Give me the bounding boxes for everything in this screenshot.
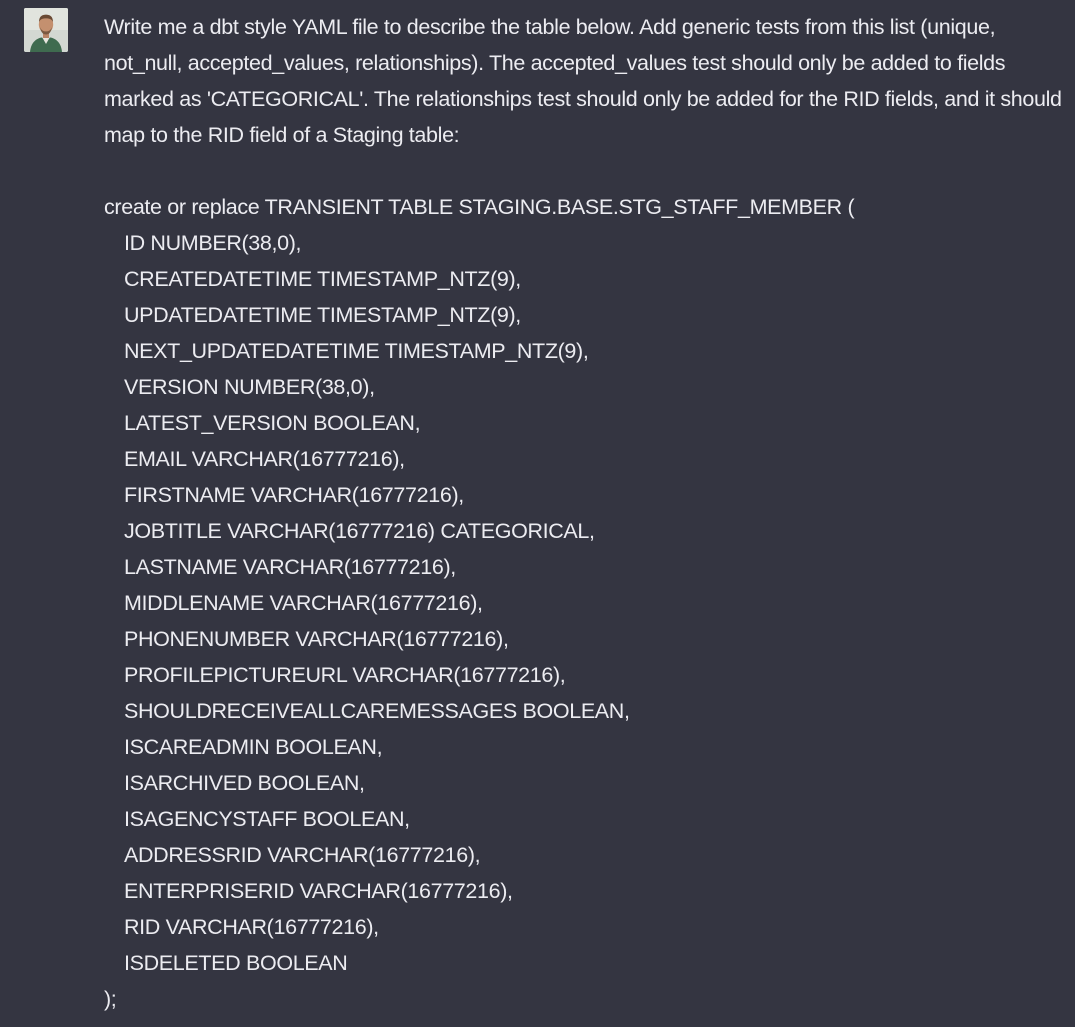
sql-column-line: UPDATEDATETIME TIMESTAMP_NTZ(9), bbox=[124, 303, 521, 327]
prompt-text: Write me a dbt style YAML file to descri… bbox=[104, 15, 1068, 147]
sql-column-line: PROFILEPICTUREURL VARCHAR(16777216), bbox=[124, 663, 566, 687]
sql-column-line: SHOULDRECEIVEALLCAREMESSAGES BOOLEAN, bbox=[124, 699, 630, 723]
sql-column-line: ENTERPRISERID VARCHAR(16777216), bbox=[124, 879, 513, 903]
sql-column-line: ISAGENCYSTAFF BOOLEAN, bbox=[124, 807, 410, 831]
sql-close-line: ); bbox=[104, 987, 117, 1011]
sql-column-line: ISARCHIVED BOOLEAN, bbox=[124, 771, 365, 795]
sql-column-line: LATEST_VERSION BOOLEAN, bbox=[124, 411, 421, 435]
sql-column-line: LASTNAME VARCHAR(16777216), bbox=[124, 555, 456, 579]
sql-column-line: ISCAREADMIN BOOLEAN, bbox=[124, 735, 383, 759]
sql-column-line: VERSION NUMBER(38,0), bbox=[124, 375, 375, 399]
sql-column-line: ID NUMBER(38,0), bbox=[124, 231, 302, 255]
sql-column-line: JOBTITLE VARCHAR(16777216) CATEGORICAL, bbox=[124, 519, 595, 543]
message-body: Write me a dbt style YAML file to descri… bbox=[104, 9, 1070, 1017]
sql-create-line: create or replace TRANSIENT TABLE STAGIN… bbox=[104, 195, 855, 219]
sql-column-line: PHONENUMBER VARCHAR(16777216), bbox=[124, 627, 509, 651]
user-message: Write me a dbt style YAML file to descri… bbox=[0, 0, 1075, 1027]
sql-column-line: ISDELETED BOOLEAN bbox=[124, 951, 348, 975]
sql-column-line: FIRSTNAME VARCHAR(16777216), bbox=[124, 483, 464, 507]
sql-column-line: CREATEDATETIME TIMESTAMP_NTZ(9), bbox=[124, 267, 521, 291]
sql-column-line: MIDDLENAME VARCHAR(16777216), bbox=[124, 591, 483, 615]
user-avatar-icon bbox=[24, 8, 68, 52]
sql-column-line: NEXT_UPDATEDATETIME TIMESTAMP_NTZ(9), bbox=[124, 339, 589, 363]
sql-column-line: EMAIL VARCHAR(16777216), bbox=[124, 447, 405, 471]
sql-column-line: RID VARCHAR(16777216), bbox=[124, 915, 379, 939]
sql-column-line: ADDRESSRID VARCHAR(16777216), bbox=[124, 843, 481, 867]
